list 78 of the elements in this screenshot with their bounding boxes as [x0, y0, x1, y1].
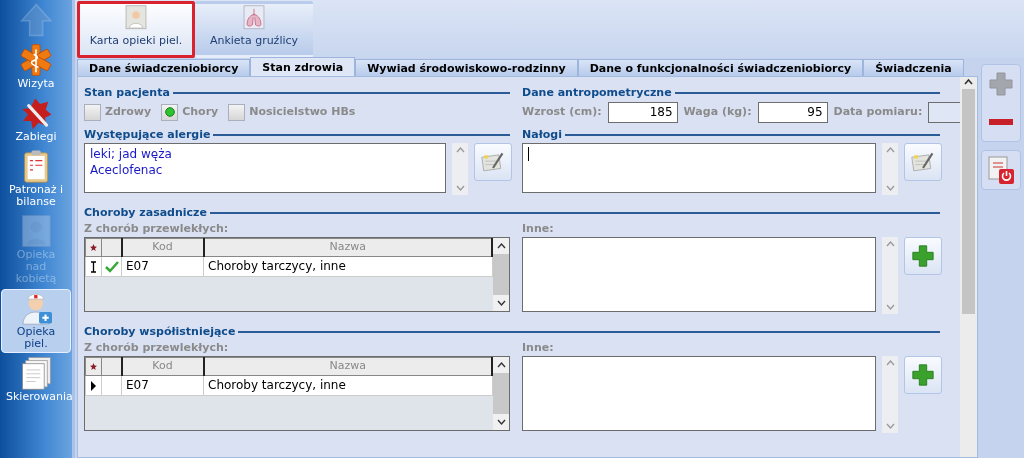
scroll-down-icon [496, 299, 506, 307]
scrollbar[interactable] [493, 357, 509, 430]
section-title: Dane antropometryczne [522, 84, 672, 101]
up-arrow-icon [19, 3, 53, 37]
sidebar-item[interactable]: Skierowania [1, 354, 71, 406]
minus-icon [988, 118, 1014, 126]
scrollbar[interactable] [882, 237, 898, 314]
scrollbar[interactable] [882, 356, 898, 433]
text-area[interactable] [522, 143, 876, 193]
scroll-up-icon [885, 146, 895, 154]
scrollbar[interactable] [960, 77, 977, 457]
column-header[interactable]: Kod [121, 357, 204, 375]
person-document-icon [20, 214, 52, 248]
required-star-icon [90, 362, 97, 370]
checkbox[interactable]: Chory [161, 103, 219, 121]
checkbox[interactable]: Zdrowy [84, 103, 152, 121]
text-area[interactable] [522, 237, 876, 312]
scrollbar[interactable] [493, 238, 509, 311]
tab[interactable]: Wywiad środowiskowo-rodzinny [355, 59, 578, 76]
section-title: Choroby współistniejące [84, 323, 236, 340]
section-title: Nałogi [522, 126, 562, 143]
scroll-down-icon [455, 184, 465, 192]
column-header[interactable]: Kod [121, 238, 204, 256]
text-area[interactable] [522, 356, 876, 431]
section-title: Występujące alergie [84, 126, 211, 143]
field-label: Inne: [522, 221, 555, 237]
scroll-up-icon [455, 146, 465, 154]
edit-button[interactable] [474, 143, 512, 181]
field-label: Waga (kg): [683, 103, 752, 120]
scrollbar[interactable] [882, 143, 898, 195]
sidebar-item[interactable]: Wizyta [1, 41, 71, 93]
edit-button[interactable] [904, 143, 942, 181]
plus-icon [911, 362, 935, 388]
tab[interactable]: Świadczenia [863, 59, 964, 76]
scrollbar[interactable] [452, 143, 468, 195]
tab[interactable]: Stan zdrowia [250, 57, 356, 76]
field-label: Data pomiaru: [833, 103, 923, 120]
text-line: leki; jad węża [90, 146, 173, 162]
section-title: Stan pacjenta [84, 84, 170, 101]
scroll-up-icon[interactable] [964, 77, 973, 87]
input-field[interactable]: 185 [607, 101, 678, 123]
check-icon [104, 260, 119, 273]
section-title: Choroby zasadnicze [84, 204, 207, 221]
scroll-down-icon [885, 184, 895, 192]
document-power-icon [987, 155, 1015, 185]
column-header[interactable]: Nazwa [203, 238, 492, 256]
text-area[interactable]: leki; jad węża Aceclofenac [84, 143, 446, 193]
scroll-down-icon [496, 418, 506, 426]
tab[interactable]: Dane świadczeniobiorcy [77, 59, 251, 76]
scroll-up-icon [496, 361, 506, 369]
toolbar-button[interactable]: Karta opieki piel. [77, 1, 195, 58]
scroll-down-icon [885, 422, 895, 430]
plus-icon [988, 71, 1014, 97]
plus-icon [911, 243, 935, 269]
add-button[interactable] [904, 237, 942, 275]
text-line: Aceclofenac [90, 162, 164, 178]
add-button[interactable] [904, 356, 942, 394]
input-field[interactable]: 95 [757, 101, 828, 123]
field-label: Z chorób przewlekłych: [84, 221, 230, 237]
medical-star-icon [19, 43, 53, 77]
tab[interactable]: Dane o funkcjonalności świadczeniobiorcy [577, 59, 864, 76]
scroll-up-icon [885, 240, 895, 248]
field-label: Wzrost (cm): [522, 103, 602, 120]
sidebar-item[interactable]: Patronaż i bilanse [1, 147, 71, 211]
toolbar-button[interactable]: Ankieta gruźlicy [195, 1, 313, 58]
scroll-up-icon [496, 242, 506, 250]
field-label: Inne: [522, 340, 555, 356]
required-star-icon [90, 243, 97, 251]
checkbox[interactable]: Nosicielstwo HBs [228, 103, 356, 121]
clipboard-icon [22, 149, 50, 183]
radio-dot-icon [164, 107, 175, 117]
sidebar-item[interactable]: Opieka piel. [1, 289, 71, 353]
field-label: Z chorób przewlekłych: [84, 340, 230, 356]
column-header[interactable]: Nazwa [203, 357, 492, 375]
sidebar-item[interactable]: Zabiegi [1, 94, 71, 146]
scroll-up-icon [885, 359, 895, 367]
documents-icon [20, 356, 52, 390]
scroll-down-icon [885, 303, 895, 311]
